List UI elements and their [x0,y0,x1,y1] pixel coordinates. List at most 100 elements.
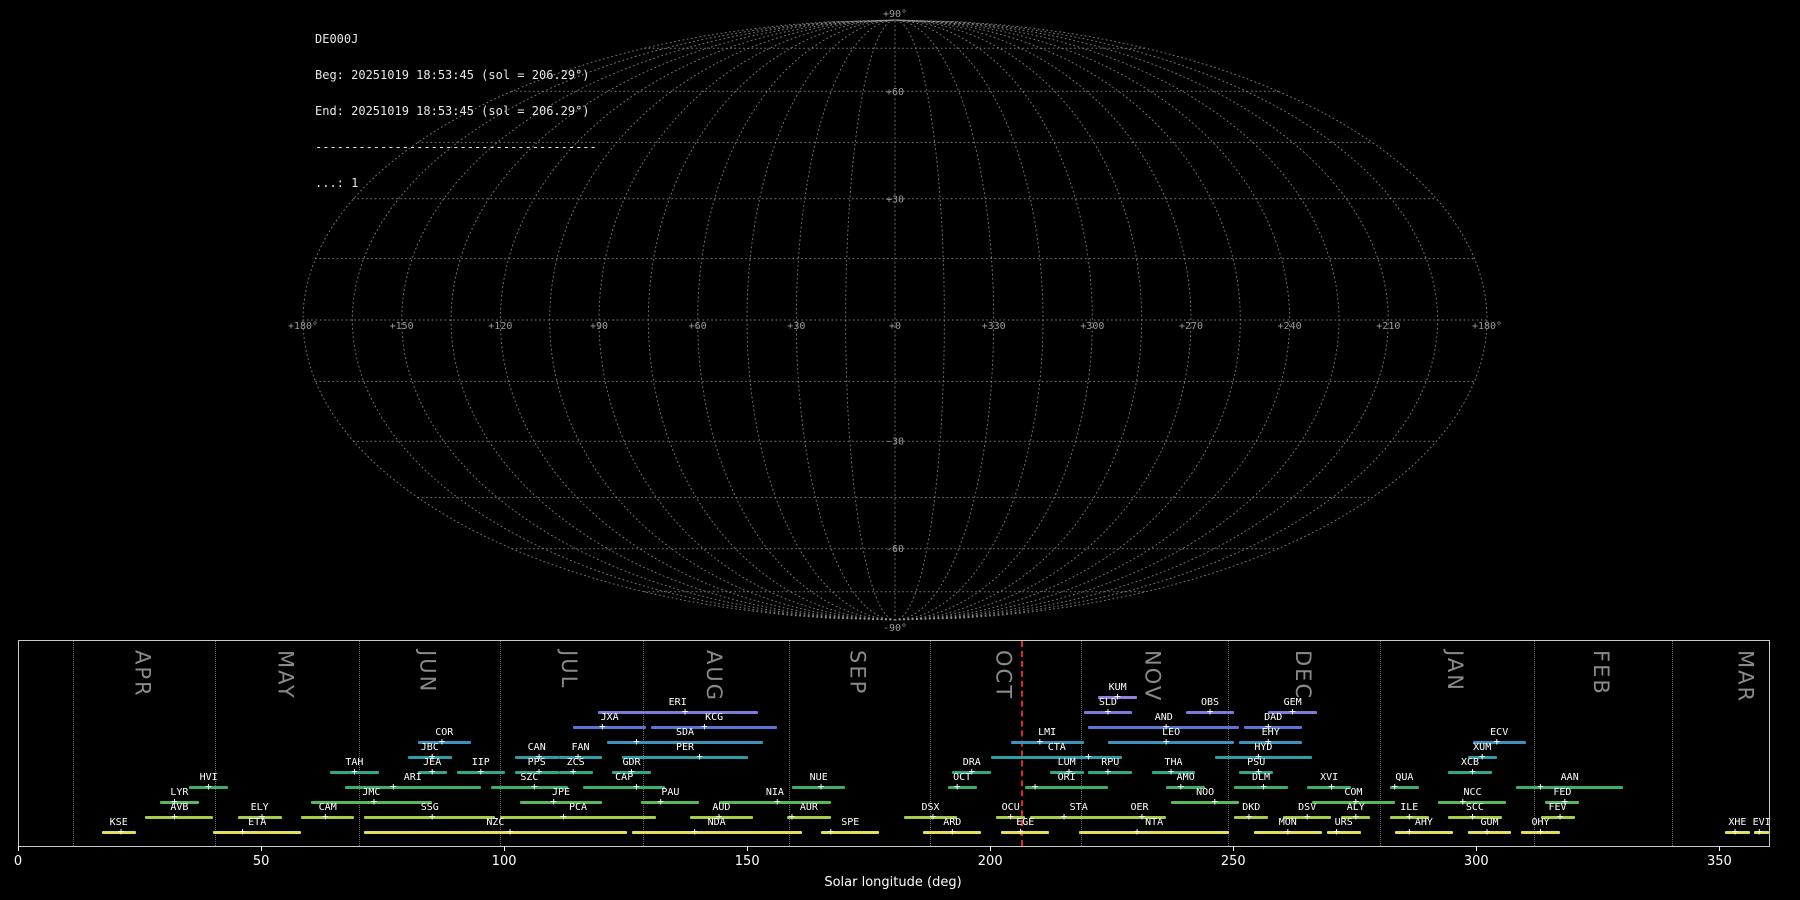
shower-label-qua: QUA [1395,772,1414,783]
shower-label-psu: PSU [1247,757,1266,768]
shower-label-xcb: XCB [1460,757,1480,768]
shower-label-dra: DRA [962,757,981,768]
shower-label-iip: IIP [471,757,490,768]
begin-time-line: Beg: 20251019 18:53:45 (sol = 206.29°) [315,68,590,82]
shower-label-ocu: OCU [1001,802,1020,813]
shower-bar-kcg [650,726,778,729]
end-time-line: End: 20251019 18:53:45 (sol = 206.29°) [315,104,590,118]
shower-label-spe: SPE [841,817,860,828]
shower-label-pau: PAU [661,787,680,798]
shower-label-obs: OBS [1200,697,1220,708]
shower-peak-eri: + [681,705,689,718]
shower-bar-noo [1171,801,1240,804]
x-tick-label: 300 [1463,854,1489,869]
shower-label-fan: FAN [571,742,590,753]
map-lat-label: +30 [886,194,904,205]
shower-peak-rpu: + [1104,765,1112,778]
shower-label-oct: OCT [953,772,972,783]
shower-peak-evi: + [1755,825,1763,838]
shower-label-ohy: OHY [1531,817,1550,828]
shower-peak-kcg: + [701,720,708,733]
shower-label-dkd: DKD [1242,802,1261,813]
shower-label-lyr: LYR [170,787,189,798]
shower-peak-aan: + [1537,780,1544,793]
shower-peak-jpe: + [550,795,557,808]
shower-peak-urs: + [1333,825,1340,838]
x-tick-label: 150 [734,854,760,869]
shower-peak-ege: + [1017,825,1024,838]
shower-bar-nzc [364,831,627,834]
separator-line: --------------------------------------- [315,140,597,154]
shower-bar-oct [947,786,977,789]
map-lon-label: +300 [1080,321,1104,332]
shower-peak-ahy: + [1405,825,1413,838]
x-tick-label: 250 [1220,854,1246,869]
shower-peak-xhe: + [1731,825,1739,838]
shower-label-nta: NTA [1145,817,1164,828]
shower-peak-szc: + [530,780,538,793]
shower-peak-kse: + [117,825,125,838]
shower-peak-pca: + [560,810,567,823]
shower-label-cor: COR [435,727,454,738]
shower-bar-eri [597,711,758,714]
shower-label-jxa: JXA [600,712,619,723]
shower-label-sld: SLD [1098,697,1117,708]
shower-label-rpu: RPU [1101,757,1120,768]
month-boundary-line [1533,641,1535,846]
shower-bar-leo [1107,741,1235,744]
shower-label-ege: EGE [1016,817,1035,828]
activity-chart-plot: APR MAY JUN JUL AUG SEP OCT NOV DEC JAN FEB MAR + KUM… [18,640,1770,847]
shower-peak-scc: + [1469,810,1476,823]
shower-peak-jxa: + [598,720,606,733]
shower-label-tah: TAH [345,757,364,768]
shower-peak-dlm: + [1260,780,1267,793]
map-lon-label: +0 [889,321,901,332]
shower-peak-ile: + [1405,810,1413,823]
month-label-nov: NOV [1140,650,1165,703]
map-lon-label: +120 [488,321,512,332]
map-lon-label: +30 [787,321,805,332]
shower-peak-cap: + [633,780,640,793]
shower-label-nzc: NZC [486,817,505,828]
shower-label-xum: XUM [1473,742,1492,753]
shower-label-avb: AVB [170,802,189,813]
map-lat-label: -30 [886,437,904,448]
shower-peak-jea: + [428,765,436,778]
shower-peak-zcs: + [569,765,577,778]
map-meridian [894,19,1291,621]
shower-peak-fev: + [1556,810,1564,823]
map-pole-label-north: +90° [883,9,907,20]
shower-peak-ohy: + [1537,825,1544,838]
shower-label-ecv: ECV [1490,727,1509,738]
month-label-mar: MAR [1733,650,1758,704]
shower-bar-cap [582,786,666,789]
shower-bar-jpe [519,801,603,804]
shower-label-aly: ALY [1346,802,1365,813]
shower-peak-cta: + [1085,750,1092,763]
shower-label-and: AND [1154,712,1173,723]
shower-bar-urs [1326,831,1361,834]
month-label-oct: OCT [991,650,1016,701]
shower-label-pps: PPS [527,757,546,768]
shower-peak-amo: + [1177,780,1185,793]
shower-peak-ocu: + [1007,810,1014,823]
shower-bar-nta [1078,831,1230,834]
x-tick [18,846,19,851]
shower-peak-aur: + [788,810,796,823]
month-label-aug: AUG [702,650,727,703]
shower-peak-cam: + [321,810,329,823]
shower-label-ari: ARI [403,772,422,783]
x-axis-title: Solar longitude (deg) [824,875,962,890]
shower-label-mon: MON [1278,817,1297,828]
map-lat-label: -60 [886,544,904,555]
shower-label-tha: THA [1164,757,1183,768]
shower-label-cta: CTA [1047,742,1066,753]
shower-label-fed: FED [1553,787,1572,798]
shower-label-aan: AAN [1560,772,1579,783]
map-lon-label: +240 [1278,321,1302,332]
month-boundary-line [215,641,217,846]
shower-label-noo: NOO [1196,787,1215,798]
shower-peak-sta: + [1060,810,1068,823]
shower-peak-nta: + [1133,825,1141,838]
map-lon-label: +60 [689,321,707,332]
